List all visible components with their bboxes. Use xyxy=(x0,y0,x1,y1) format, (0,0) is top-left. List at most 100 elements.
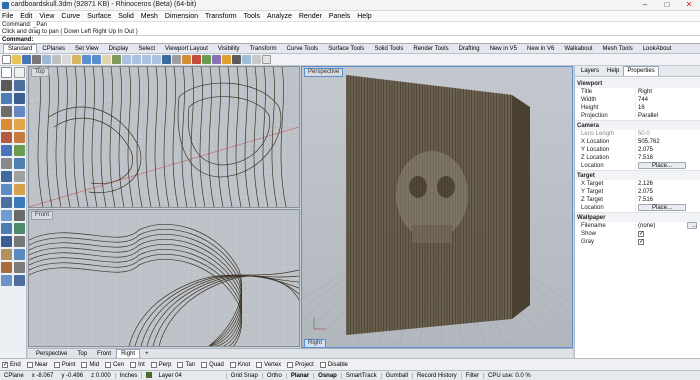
gray-wallpaper-checkbox[interactable]: ✓ xyxy=(638,239,644,245)
menu-dimension[interactable]: Dimension xyxy=(165,13,198,20)
open-folder-icon[interactable] xyxy=(12,55,21,64)
sphere-icon[interactable] xyxy=(14,132,25,143)
viewport-label-perspective[interactable]: Perspective xyxy=(304,68,344,77)
osnap-knot-checkbox[interactable] xyxy=(229,361,236,368)
paste-icon[interactable] xyxy=(72,55,81,64)
tab-solid-tools[interactable]: Solid Tools xyxy=(369,44,408,53)
tab-transform[interactable]: Transform xyxy=(244,44,281,53)
status-smarttrack[interactable]: SmartTrack xyxy=(340,372,381,379)
browse-wallpaper-button[interactable]: ... xyxy=(687,222,697,229)
status-layer[interactable]: Layer 04 xyxy=(141,372,189,379)
section-icon[interactable] xyxy=(14,275,25,286)
fillet-icon[interactable] xyxy=(1,158,12,169)
polyline-icon[interactable] xyxy=(1,80,12,91)
boolean-icon[interactable] xyxy=(14,145,25,156)
rotate-icon[interactable] xyxy=(1,210,12,221)
prop-z-location-value[interactable]: 7.516 xyxy=(635,154,700,162)
rotate-view-icon[interactable] xyxy=(112,55,121,64)
panel-tab-layers[interactable]: Layers xyxy=(577,66,603,76)
render-icon[interactable] xyxy=(232,55,241,64)
minimize-button[interactable]: – xyxy=(634,0,656,10)
tab-set-view[interactable]: Set View xyxy=(70,44,104,53)
osnap-mid-checkbox[interactable] xyxy=(81,361,88,368)
osnap-point-checkbox[interactable] xyxy=(53,361,60,368)
panel-tab-help[interactable]: Help xyxy=(603,66,623,76)
options-icon[interactable] xyxy=(252,55,261,64)
projection-select[interactable]: Parallel xyxy=(635,112,700,120)
move-icon[interactable] xyxy=(1,197,12,208)
select-arrow-icon[interactable] xyxy=(1,67,12,78)
analyze-icon[interactable] xyxy=(14,249,25,260)
osnap-int-checkbox[interactable] xyxy=(130,361,137,368)
status-ortho[interactable]: Ortho xyxy=(261,372,286,379)
osnap-perp-checkbox[interactable] xyxy=(150,361,157,368)
prop-x-target-value[interactable]: 2.126 xyxy=(635,180,700,188)
command-line[interactable]: Command: xyxy=(0,36,700,44)
viewport-tab-perspective[interactable]: Perspective xyxy=(31,349,72,359)
osnap-end[interactable]: ✓ End xyxy=(2,361,21,368)
tab-display[interactable]: Display xyxy=(104,44,134,53)
prop-width-value[interactable]: 744 xyxy=(635,96,700,104)
prop-y-target-value[interactable]: 2.075 xyxy=(635,188,700,196)
tab-new-in-v5[interactable]: New in V5 xyxy=(485,44,522,53)
osnap-cen[interactable]: Cen xyxy=(105,361,124,368)
hatch-icon[interactable] xyxy=(1,249,12,260)
new-file-icon[interactable] xyxy=(2,55,11,64)
menu-solid[interactable]: Solid xyxy=(118,13,134,20)
arc-icon[interactable] xyxy=(14,93,25,104)
status-grid-snap[interactable]: Grid Snap xyxy=(225,372,262,379)
osnap-mid[interactable]: Mid xyxy=(81,361,99,368)
menu-view[interactable]: View xyxy=(39,13,54,20)
surface-icon[interactable] xyxy=(14,119,25,130)
panel-tab-properties[interactable]: Properties xyxy=(623,66,659,76)
explode-icon[interactable] xyxy=(14,184,25,195)
viewport-label-top[interactable]: Top xyxy=(31,68,49,77)
help-icon[interactable] xyxy=(262,55,271,64)
menu-panels[interactable]: Panels xyxy=(329,13,350,20)
zoom-selected-icon[interactable] xyxy=(152,55,161,64)
close-button[interactable]: ✕ xyxy=(678,0,700,10)
join-icon[interactable] xyxy=(1,184,12,195)
tab-visibility[interactable]: Visibility xyxy=(213,44,245,53)
status-filter[interactable]: Filter xyxy=(460,372,483,379)
pan-hand-icon[interactable] xyxy=(102,55,111,64)
menu-surface[interactable]: Surface xyxy=(87,13,111,20)
shade-icon[interactable] xyxy=(242,55,251,64)
osnap-vertex-checkbox[interactable] xyxy=(256,361,263,368)
menu-help[interactable]: Help xyxy=(357,13,371,20)
prop-title-value[interactable]: Right xyxy=(635,88,700,96)
menu-edit[interactable]: Edit xyxy=(20,13,32,20)
viewport-front[interactable]: Front xyxy=(28,209,300,347)
dimension-icon[interactable] xyxy=(1,236,12,247)
osnap-near[interactable]: Near xyxy=(26,361,48,368)
zoom-extents-icon[interactable] xyxy=(142,55,151,64)
solid-box-icon[interactable] xyxy=(1,132,12,143)
viewport-tab-right[interactable]: Right xyxy=(116,348,141,359)
tab-new-in-v6[interactable]: New in V6 xyxy=(522,44,559,53)
light-icon[interactable] xyxy=(222,55,231,64)
prop-height-value[interactable]: 16 xyxy=(635,104,700,112)
save-icon[interactable] xyxy=(22,55,31,64)
properties-icon[interactable] xyxy=(212,55,221,64)
curve-icon[interactable] xyxy=(14,80,25,91)
viewport-top[interactable]: Top xyxy=(28,66,300,208)
tab-surface-tools[interactable]: Surface Tools xyxy=(323,44,369,53)
osnap-quad[interactable]: Quad xyxy=(201,361,224,368)
copy-object-icon[interactable] xyxy=(14,197,25,208)
viewport-label-right[interactable]: Right xyxy=(304,339,327,347)
select-icon[interactable] xyxy=(192,55,201,64)
mirror-icon[interactable] xyxy=(1,223,12,234)
cplane-icon[interactable] xyxy=(182,55,191,64)
undo-icon[interactable] xyxy=(82,55,91,64)
osnap-tan-checkbox[interactable] xyxy=(177,361,184,368)
osnap-int[interactable]: Int xyxy=(130,361,145,368)
prop-z-target-value[interactable]: 7.516 xyxy=(635,196,700,204)
import-icon[interactable] xyxy=(42,55,51,64)
tab-standard[interactable]: Standard xyxy=(3,44,38,53)
menu-file[interactable]: File xyxy=(2,13,13,20)
viewport-tab-top[interactable]: Top xyxy=(72,349,92,359)
menu-tools[interactable]: Tools xyxy=(244,13,260,20)
undo-view-icon[interactable] xyxy=(162,55,171,64)
osnap-disable-checkbox[interactable] xyxy=(319,361,326,368)
layer-icon[interactable] xyxy=(202,55,211,64)
